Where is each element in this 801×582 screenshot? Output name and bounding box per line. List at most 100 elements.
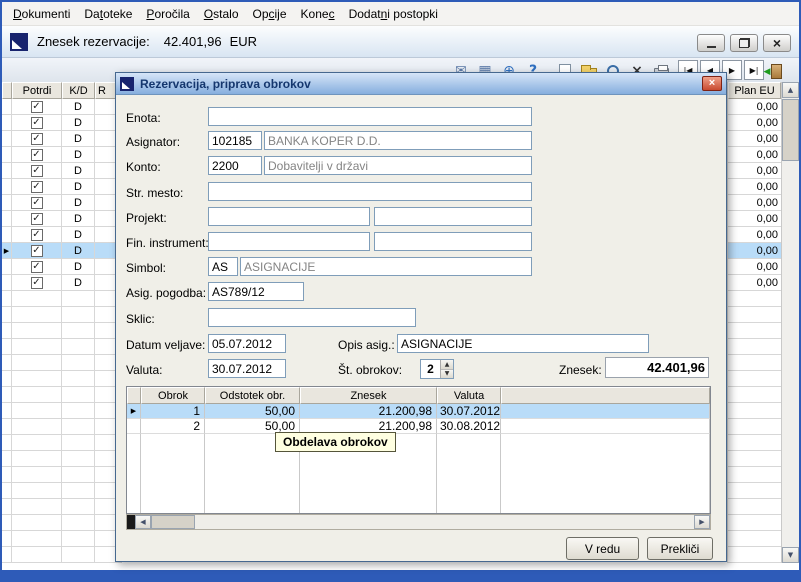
potrdi-cell[interactable]: ✓ <box>12 179 62 195</box>
potrdi-cell[interactable]: ✓ <box>12 163 62 179</box>
minimize-button[interactable] <box>697 34 725 52</box>
row-selector[interactable] <box>2 227 12 243</box>
potrdi-cell[interactable]: ✓ <box>12 275 62 291</box>
konto-code-field[interactable]: 2200 <box>208 156 262 175</box>
checked-checkbox[interactable]: ✓ <box>30 116 43 129</box>
spin-up-icon[interactable]: ▲ <box>441 360 453 370</box>
potrdi-cell[interactable] <box>12 483 62 499</box>
restore-button[interactable] <box>730 34 758 52</box>
row-selector[interactable] <box>2 355 12 371</box>
checked-checkbox[interactable]: ✓ <box>30 180 43 193</box>
row-selector[interactable] <box>2 275 12 291</box>
potrdi-cell[interactable]: ✓ <box>12 99 62 115</box>
header-potrdi[interactable]: Potrdi <box>12 82 62 99</box>
projekt-field-2[interactable] <box>374 207 532 226</box>
grid-row[interactable] <box>2 451 122 467</box>
potrdi-cell[interactable] <box>12 531 62 547</box>
grid-row[interactable]: ✓ D <box>2 211 122 227</box>
grid-row[interactable]: ✓ D <box>2 275 122 291</box>
grid-row[interactable] <box>2 323 122 339</box>
projekt-field-1[interactable] <box>208 207 370 226</box>
cancel-button[interactable]: Prekliči <box>647 537 713 560</box>
menu-item-dokumenti[interactable]: Dokumenti <box>6 3 77 25</box>
potrdi-cell[interactable] <box>12 451 62 467</box>
potrdi-cell[interactable] <box>12 323 62 339</box>
row-selector[interactable] <box>2 515 12 531</box>
potrdi-cell[interactable]: ✓ <box>12 147 62 163</box>
simbol-code-field[interactable]: AS <box>208 257 238 276</box>
grid-row[interactable] <box>2 355 122 371</box>
grid-row[interactable] <box>2 515 122 531</box>
grid-row[interactable]: ✓ D <box>2 99 122 115</box>
checked-checkbox[interactable]: ✓ <box>30 100 43 113</box>
scroll-down-icon[interactable]: ▼ <box>782 547 799 563</box>
grid-row[interactable] <box>2 307 122 323</box>
obroki-header-odstotek-obr[interactable]: Odstotek obr. <box>205 387 300 404</box>
grid-row[interactable] <box>2 435 122 451</box>
grid-row[interactable]: ✓ D <box>2 147 122 163</box>
row-selector[interactable] <box>2 371 12 387</box>
checked-checkbox[interactable]: ✓ <box>30 164 43 177</box>
hscroll-track[interactable] <box>195 515 694 529</box>
row-selector[interactable] <box>2 339 12 355</box>
menu-item-poročila[interactable]: Poročila <box>139 3 196 25</box>
ok-button[interactable]: V redu <box>566 537 639 560</box>
grid-splitter[interactable] <box>127 515 135 529</box>
hscroll-thumb[interactable] <box>151 515 195 529</box>
header-plan-eu[interactable]: Plan EU <box>728 82 781 99</box>
row-selector[interactable] <box>2 163 12 179</box>
vertical-scrollbar[interactable]: ▲ ▼ <box>781 82 799 563</box>
row-selector[interactable] <box>2 291 12 307</box>
potrdi-cell[interactable] <box>12 339 62 355</box>
potrdi-cell[interactable]: ✓ <box>12 243 62 259</box>
potrdi-cell[interactable]: ✓ <box>12 259 62 275</box>
last-record-button[interactable]: ▶| <box>744 60 764 80</box>
enota-field[interactable] <box>208 107 532 126</box>
scroll-left-icon[interactable]: ◀ <box>135 515 151 529</box>
row-selector[interactable] <box>2 179 12 195</box>
row-selector[interactable] <box>2 307 12 323</box>
row-selector[interactable] <box>2 499 12 515</box>
row-selector[interactable] <box>2 531 12 547</box>
asignator-code-field[interactable]: 102185 <box>208 131 262 150</box>
row-selector[interactable] <box>2 211 12 227</box>
row-selector[interactable] <box>2 387 12 403</box>
row-selector[interactable] <box>2 403 12 419</box>
grid-row[interactable]: ✓ D <box>2 179 122 195</box>
obroki-header-znesek[interactable]: Znesek <box>300 387 437 404</box>
grid-row[interactable]: ✓ D <box>2 259 122 275</box>
row-selector[interactable] <box>2 99 12 115</box>
row-selector[interactable] <box>2 467 12 483</box>
obroki-row[interactable]: 2 50,00 21.200,98 30.08.2012 <box>127 419 710 434</box>
row-selector[interactable] <box>2 131 12 147</box>
grid-row[interactable] <box>2 419 122 435</box>
grid-row[interactable] <box>2 387 122 403</box>
vscroll-thumb[interactable] <box>782 99 799 161</box>
potrdi-cell[interactable]: ✓ <box>12 227 62 243</box>
checked-checkbox[interactable]: ✓ <box>30 276 43 289</box>
obroki-header-obrok[interactable]: Obrok <box>141 387 205 404</box>
checked-checkbox[interactable]: ✓ <box>30 148 43 161</box>
potrdi-cell[interactable] <box>12 291 62 307</box>
grid-row[interactable]: ✓ D <box>2 195 122 211</box>
valuta-field[interactable]: 30.07.2012 <box>208 359 286 378</box>
obroki-row-selector[interactable]: ▶ <box>127 404 141 419</box>
scroll-right-icon[interactable]: ▶ <box>694 515 710 529</box>
row-selector[interactable] <box>2 259 12 275</box>
grid-row[interactable] <box>2 499 122 515</box>
row-selector[interactable] <box>2 195 12 211</box>
row-selector[interactable] <box>2 147 12 163</box>
potrdi-cell[interactable] <box>12 515 62 531</box>
potrdi-cell[interactable] <box>12 547 62 563</box>
obroki-hscrollbar[interactable]: ◀ ▶ <box>126 514 711 530</box>
potrdi-cell[interactable]: ✓ <box>12 195 62 211</box>
grid-row[interactable]: ▶ ✓ D <box>2 243 122 259</box>
menu-item-dodatni-postopki[interactable]: Dodatni postopki <box>342 3 445 25</box>
potrdi-cell[interactable]: ✓ <box>12 131 62 147</box>
obroki-header-valuta[interactable]: Valuta <box>437 387 501 404</box>
potrdi-cell[interactable]: ✓ <box>12 211 62 227</box>
grid-row[interactable] <box>2 339 122 355</box>
dialog-close-button[interactable]: × <box>702 76 722 91</box>
row-selector[interactable] <box>2 435 12 451</box>
potrdi-cell[interactable] <box>12 355 62 371</box>
